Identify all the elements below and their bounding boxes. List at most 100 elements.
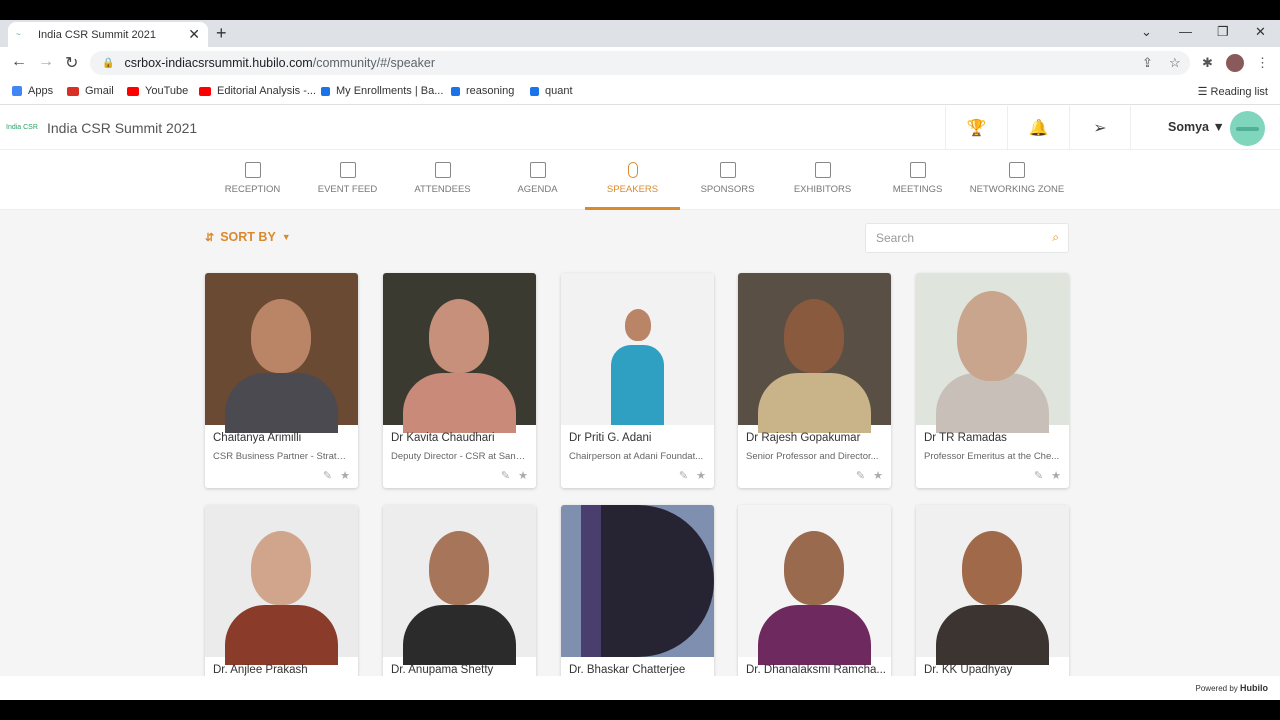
speaker-card[interactable]: Dr. Anupama Shetty: [383, 505, 536, 676]
speaker-card[interactable]: Dr. Dhanalaksmi Ramcha...: [738, 505, 891, 676]
calendar-icon: [529, 162, 546, 178]
meetings-icon: [909, 162, 926, 178]
tab-event-feed[interactable]: EVENT FEED: [300, 150, 395, 210]
star-icon[interactable]: ★: [873, 470, 883, 482]
pencil-icon[interactable]: ✎: [1034, 470, 1043, 482]
apps-grid-icon: [12, 86, 22, 96]
feed-icon: [339, 162, 356, 178]
url-field[interactable]: 🔒 csrbox-indiacsrsummit.hubilo.com/commu…: [90, 51, 1190, 75]
speaker-card[interactable]: Dr Priti G. Adani Chairperson at Adani F…: [561, 273, 714, 488]
speaker-card[interactable]: Dr Rajesh Gopakumar Senior Professor and…: [738, 273, 891, 488]
speaker-card[interactable]: Dr TR Ramadas Professor Emeritus at the …: [916, 273, 1069, 488]
star-icon[interactable]: ★: [1051, 470, 1061, 482]
speaker-name: Dr Priti G. Adani: [569, 432, 652, 444]
attendees-icon: [434, 162, 451, 178]
speaker-title: Chairperson at Adani Foundat...: [569, 451, 704, 462]
youtube-icon: [199, 86, 211, 96]
reload-icon[interactable]: ↻: [65, 53, 78, 73]
tab-exhibitors[interactable]: EXHIBITORS: [775, 150, 870, 210]
minimize-icon[interactable]: —: [1179, 24, 1192, 39]
back-icon[interactable]: ←: [11, 53, 27, 71]
bookmark-gmail[interactable]: Gmail: [67, 85, 114, 97]
networking-icon: [1009, 162, 1025, 178]
trophy-icon[interactable]: 🏆: [945, 106, 1007, 150]
speaker-photo: [916, 273, 1069, 433]
sort-label: SORT BY: [220, 230, 276, 244]
user-avatar[interactable]: [1230, 111, 1265, 146]
speaker-card[interactable]: Dr. KK Upadhyay: [916, 505, 1069, 676]
funnel-icon: [321, 86, 330, 96]
bookmark-quant[interactable]: quant: [530, 85, 573, 97]
pencil-icon[interactable]: ✎: [323, 470, 332, 482]
speaker-photo: [916, 505, 1069, 665]
caret-down-icon: ▼: [281, 232, 291, 242]
browser-tab[interactable]: ~ India CSR Summit 2021 ✕: [8, 22, 208, 47]
powered-by[interactable]: Powered by Hubilo: [1196, 683, 1268, 693]
close-tab-icon[interactable]: ✕: [188, 26, 200, 43]
microphone-icon: [627, 162, 638, 178]
reading-list[interactable]: ☰ Reading list: [1198, 85, 1268, 98]
star-icon[interactable]: ★: [518, 470, 528, 482]
pencil-icon[interactable]: ✎: [856, 470, 865, 482]
tab-sponsors[interactable]: SPONSORS: [680, 150, 775, 210]
tab-reception[interactable]: RECEPTION: [205, 150, 300, 210]
speaker-name: Dr TR Ramadas: [924, 432, 1007, 444]
star-icon[interactable]: ★: [340, 470, 350, 482]
menu-icon[interactable]: ⋮: [1256, 55, 1269, 71]
event-name: India CSR Summit 2021: [47, 120, 198, 136]
speaker-card[interactable]: Chaitanya Arimilli CSR Business Partner …: [205, 273, 358, 488]
user-menu[interactable]: Somya ▼: [1168, 120, 1225, 134]
pencil-icon[interactable]: ✎: [501, 470, 510, 482]
tab-speakers[interactable]: SPEAKERS: [585, 150, 680, 210]
bookmark-editorial[interactable]: Editorial Analysis -...: [199, 85, 316, 97]
bookmark-enrollments[interactable]: My Enrollments | Ba...: [321, 85, 443, 97]
close-window-icon[interactable]: ✕: [1255, 24, 1266, 40]
speaker-photo: [205, 273, 358, 433]
bookmark-apps[interactable]: Apps: [12, 85, 53, 97]
speaker-photo: [561, 273, 714, 425]
tab-meetings[interactable]: MEETINGS: [870, 150, 965, 210]
search-input[interactable]: [866, 224, 1026, 252]
share-icon[interactable]: ⇪: [1142, 55, 1153, 71]
tab-title: India CSR Summit 2021: [38, 28, 156, 41]
forward-icon[interactable]: →: [38, 53, 54, 71]
speaker-card[interactable]: Dr Kavita Chaudhari Deputy Director - CS…: [383, 273, 536, 488]
speaker-card[interactable]: Dr. Bhaskar Chatterjee: [561, 505, 714, 676]
tab-strip: ~ India CSR Summit 2021 ✕ + ⌄ — ❐ ✕: [0, 20, 1280, 47]
tab-search-icon[interactable]: ⌄: [1141, 24, 1152, 40]
profile-avatar[interactable]: [1226, 54, 1244, 72]
new-tab-icon[interactable]: +: [216, 23, 227, 44]
exhibitors-icon: [814, 162, 831, 178]
speaker-photo: [383, 505, 536, 665]
tab-attendees[interactable]: ATTENDEES: [395, 150, 490, 210]
send-icon[interactable]: ➢: [1069, 106, 1131, 150]
browser-window: ~ India CSR Summit 2021 ✕ + ⌄ — ❐ ✕ ← → …: [0, 20, 1280, 700]
restore-icon[interactable]: ❐: [1217, 24, 1229, 40]
speakers-content: ⇵ SORT BY ▼ ⌕ Chaitanya Arimilli CSR Bus…: [0, 210, 1280, 676]
tab-agenda[interactable]: AGENDA: [490, 150, 585, 210]
speaker-photo: [383, 273, 536, 433]
tab-networking-zone[interactable]: NETWORKING ZONE: [965, 150, 1069, 210]
url-host: csrbox-indiacsrsummit.hubilo.com: [124, 56, 313, 70]
search-icon[interactable]: ⌕: [1052, 230, 1059, 245]
search-box: ⌕: [865, 223, 1069, 253]
bookmark-youtube[interactable]: YouTube: [127, 85, 188, 97]
bookmark-star-icon[interactable]: ☆: [1169, 55, 1181, 71]
bell-icon[interactable]: 🔔: [1007, 106, 1069, 150]
bookmarks-bar: Apps Gmail YouTube Editorial Analysis -.…: [0, 79, 1280, 105]
sort-by-button[interactable]: ⇵ SORT BY ▼: [205, 230, 291, 244]
footer-bar: Powered by Hubilo: [0, 676, 1280, 700]
speaker-name: Dr Rajesh Gopakumar: [746, 432, 861, 444]
pencil-icon[interactable]: ✎: [679, 470, 688, 482]
speaker-card[interactable]: Dr. Anjlee Prakash: [205, 505, 358, 676]
event-logo[interactable]: India CSR: [6, 122, 38, 134]
gmail-icon: [67, 86, 79, 96]
extensions-icon[interactable]: ✱: [1202, 55, 1213, 71]
bookmark-reasoning[interactable]: reasoning: [451, 85, 514, 97]
youtube-icon: [127, 86, 139, 96]
star-icon[interactable]: ★: [696, 470, 706, 482]
speaker-photo: [738, 505, 891, 665]
speaker-title: Professor Emeritus at the Che...: [924, 451, 1060, 462]
hubilo-logo: Hubilo: [1240, 683, 1268, 693]
reading-list-icon: ☰: [1197, 86, 1211, 98]
